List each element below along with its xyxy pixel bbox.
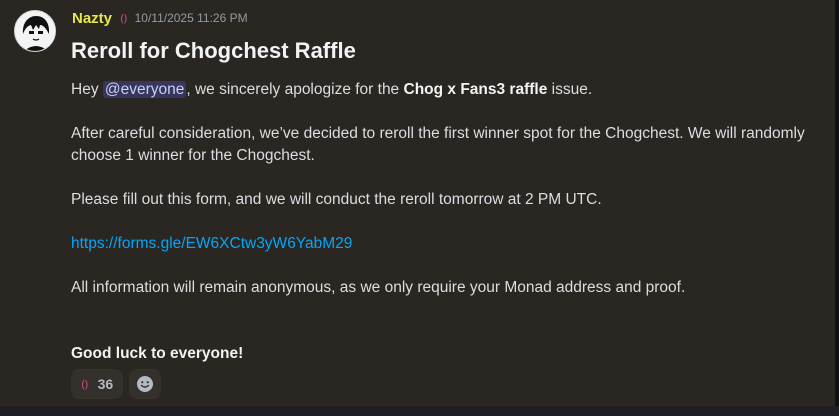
reaction-bar: () 36 xyxy=(71,369,162,399)
message-body: Hey @everyone, we sincerely apologize fo… xyxy=(71,79,821,365)
closing-line: Good luck to everyone! xyxy=(71,345,244,362)
author-username[interactable]: Nazty xyxy=(72,10,112,27)
message-timestamp[interactable]: 10/11/2025 11:26 PM xyxy=(135,11,248,25)
message-title: Reroll for Chogchest Raffle xyxy=(71,38,356,63)
everyone-mention[interactable]: @everyone xyxy=(102,81,187,98)
reaction-button[interactable]: () 36 xyxy=(71,369,124,399)
add-reaction-button[interactable] xyxy=(129,369,162,399)
link-paragraph: https://forms.gle/EW6XCtw3yW6YabM29 xyxy=(71,233,821,255)
message-header: Nazty () 10/11/2025 11:26 PM xyxy=(72,9,248,27)
user-avatar[interactable] xyxy=(14,10,56,52)
scrollbar-track[interactable] xyxy=(835,0,839,416)
message-panel: Nazty () 10/11/2025 11:26 PM Reroll for … xyxy=(0,0,835,406)
add-reaction-icon xyxy=(137,376,154,392)
avatar-image-icon xyxy=(16,12,55,51)
reaction-count: 36 xyxy=(97,376,114,392)
bottom-divider xyxy=(0,406,839,416)
anonymity-paragraph: All information will remain anonymous, a… xyxy=(71,279,686,296)
raffle-name: Chog x Fans3 raffle xyxy=(403,81,548,98)
chat-view: Nazty () 10/11/2025 11:26 PM Reroll for … xyxy=(0,0,839,416)
form-paragraph: Please fill out this form, and we will c… xyxy=(71,191,602,208)
greeting-prefix: Hey xyxy=(71,81,103,98)
apology-text: , we sincerely apologize for the xyxy=(186,81,404,98)
greeting-line: Hey @everyone, we sincerely apologize fo… xyxy=(71,79,821,101)
reaction-emoji-icon: () xyxy=(81,377,89,391)
issue-text: issue. xyxy=(547,81,593,98)
reroll-paragraph: After careful consideration, we’ve decid… xyxy=(71,125,805,164)
form-link[interactable]: https://forms.gle/EW6XCtw3yW6YabM29 xyxy=(71,235,352,252)
role-badge-icon[interactable]: () xyxy=(120,12,128,25)
